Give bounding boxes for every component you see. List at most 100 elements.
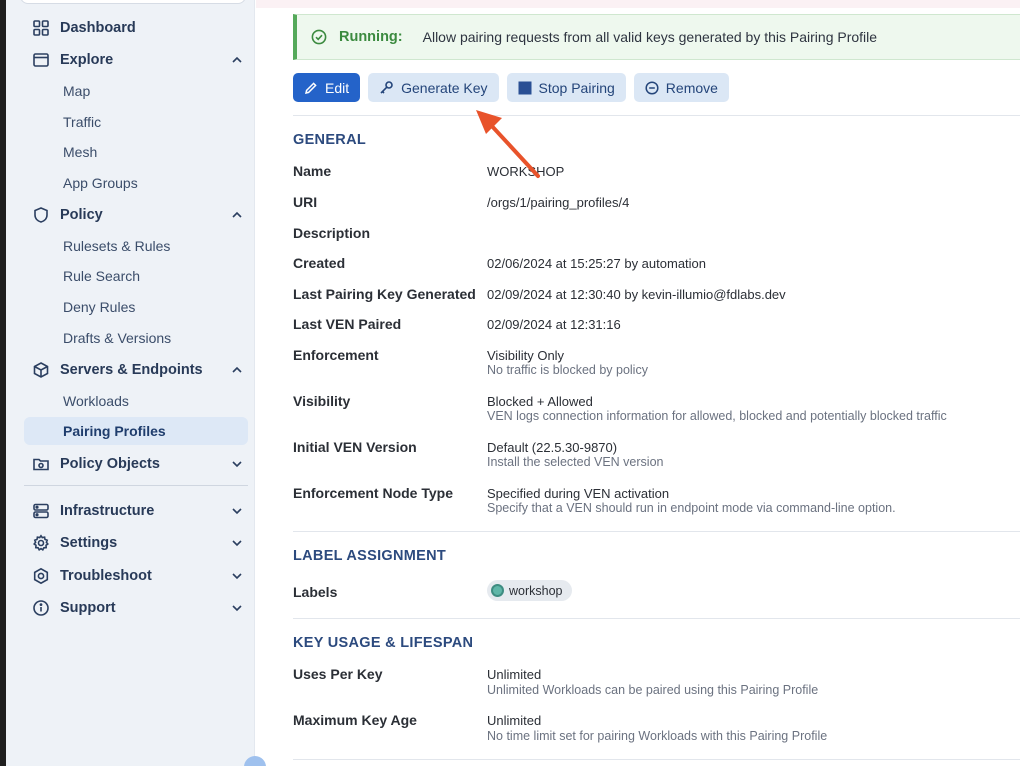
chevron-down-icon bbox=[232, 508, 242, 515]
sidebar-item-infrastructure[interactable]: Infrastructure bbox=[24, 497, 250, 525]
sidebar-label: Servers & Endpoints bbox=[60, 362, 203, 378]
sidebar: Dashboard Explore Map Traffic Mesh App G… bbox=[6, 0, 255, 766]
field-label: Description bbox=[293, 225, 371, 241]
field-value-last-key: 02/09/2024 at 12:30:40 by kevin-illumio@… bbox=[487, 287, 786, 302]
field-label: Last VEN Paired bbox=[293, 316, 402, 332]
chevron-up-icon bbox=[232, 211, 242, 218]
chevron-down-icon bbox=[232, 461, 242, 468]
sidebar-item-dashboard[interactable]: Dashboard bbox=[24, 14, 250, 42]
field-value-node-type: Specified during VEN activation bbox=[487, 486, 670, 501]
section-title-key-usage: KEY USAGE & LIFESPAN bbox=[293, 635, 474, 651]
label-type-icon bbox=[491, 584, 504, 597]
sidebar-item-settings[interactable]: Settings bbox=[24, 529, 250, 557]
section-title-label-assignment: LABEL ASSIGNMENT bbox=[293, 548, 447, 564]
field-label: Created bbox=[293, 255, 346, 271]
sidebar-label: App Groups bbox=[63, 175, 138, 191]
sidebar-label: Explore bbox=[60, 52, 114, 68]
field-description: Specify that a VEN should run in endpoin… bbox=[487, 501, 896, 515]
field-value-uses-per-key: Unlimited bbox=[487, 667, 542, 682]
top-strip bbox=[256, 0, 1020, 8]
field-label: Enforcement bbox=[293, 347, 379, 363]
field-label: Labels bbox=[293, 584, 338, 600]
field-label: URI bbox=[293, 194, 318, 210]
section-title-general: GENERAL bbox=[293, 132, 366, 148]
chevron-down-icon bbox=[232, 605, 242, 612]
sidebar-item-explore[interactable]: Explore bbox=[24, 46, 250, 74]
field-label: Name bbox=[293, 163, 332, 179]
sidebar-item-policy[interactable]: Policy bbox=[24, 201, 250, 229]
sidebar-label: Rulesets & Rules bbox=[63, 238, 171, 254]
server-icon bbox=[30, 500, 52, 522]
sidebar-item-pairing-profiles[interactable]: Pairing Profiles bbox=[24, 417, 248, 445]
sidebar-label: Deny Rules bbox=[63, 299, 136, 315]
edit-button[interactable]: Edit bbox=[293, 73, 361, 102]
sidebar-label: Settings bbox=[60, 535, 118, 551]
sidebar-divider bbox=[24, 485, 248, 486]
sidebar-item-policy-objects[interactable]: Policy Objects bbox=[24, 450, 250, 478]
sidebar-item-map[interactable]: Map bbox=[24, 77, 248, 105]
sidebar-item-workloads[interactable]: Workloads bbox=[24, 387, 248, 415]
chip-label: workshop bbox=[509, 583, 563, 598]
field-description: Install the selected VEN version bbox=[487, 455, 664, 469]
field-value-last-ven: 02/09/2024 at 12:31:16 bbox=[487, 317, 621, 332]
field-value-uri: /orgs/1/pairing_profiles/4 bbox=[487, 195, 630, 210]
field-description: VEN logs connection information for allo… bbox=[487, 409, 947, 423]
sidebar-label: Rule Search bbox=[63, 268, 141, 284]
sidebar-item-servers-endpoints[interactable]: Servers & Endpoints bbox=[24, 356, 250, 384]
sidebar-label: Map bbox=[63, 83, 91, 99]
sidebar-label: Troubleshoot bbox=[60, 568, 152, 584]
cube-icon bbox=[30, 359, 52, 381]
label-chip-workshop[interactable]: workshop bbox=[487, 580, 572, 601]
sidebar-item-rulesets[interactable]: Rulesets & Rules bbox=[24, 232, 248, 260]
generate-key-button[interactable]: Generate Key bbox=[368, 73, 499, 102]
chevron-up-icon bbox=[232, 366, 242, 373]
stop-pairing-button[interactable]: Stop Pairing bbox=[506, 73, 626, 102]
field-label: Maximum Key Age bbox=[293, 712, 417, 728]
field-description: No traffic is blocked by policy bbox=[487, 363, 648, 377]
sidebar-label: Traffic bbox=[63, 114, 102, 130]
sidebar-item-drafts[interactable]: Drafts & Versions bbox=[24, 324, 248, 352]
field-description: Unlimited Workloads can be paired using … bbox=[487, 683, 819, 697]
sidebar-item-app-groups[interactable]: App Groups bbox=[24, 169, 248, 197]
divider bbox=[293, 115, 1020, 116]
sidebar-item-mesh[interactable]: Mesh bbox=[24, 138, 248, 166]
shield-icon bbox=[30, 204, 52, 226]
sidebar-label: Infrastructure bbox=[60, 503, 155, 519]
divider bbox=[293, 759, 1020, 760]
chevron-up-icon bbox=[232, 56, 242, 63]
key-icon bbox=[380, 81, 393, 94]
field-value-enforcement: Visibility Only bbox=[487, 348, 565, 363]
status-label: Running: bbox=[339, 29, 403, 45]
sidebar-label: Drafts & Versions bbox=[63, 330, 172, 346]
sidebar-item-traffic[interactable]: Traffic bbox=[24, 108, 248, 136]
sidebar-label: Mesh bbox=[63, 144, 98, 160]
sidebar-label: Policy Objects bbox=[60, 456, 160, 472]
sidebar-label: Support bbox=[60, 600, 116, 616]
field-value-visibility: Blocked + Allowed bbox=[487, 394, 593, 409]
stop-icon bbox=[518, 81, 532, 94]
sidebar-search-field[interactable] bbox=[20, 0, 246, 4]
pencil-icon bbox=[304, 81, 317, 94]
sidebar-item-rule-search[interactable]: Rule Search bbox=[24, 262, 248, 290]
sidebar-label: Policy bbox=[60, 207, 103, 223]
sidebar-item-deny-rules[interactable]: Deny Rules bbox=[24, 293, 248, 321]
sidebar-item-support[interactable]: Support bbox=[24, 594, 250, 622]
chevron-down-icon bbox=[232, 573, 242, 580]
button-label: Edit bbox=[325, 79, 350, 96]
button-label: Stop Pairing bbox=[538, 79, 615, 96]
divider bbox=[293, 618, 1020, 619]
gear-icon bbox=[30, 532, 52, 554]
explore-icon bbox=[30, 49, 52, 71]
field-value-initial-ven: Default (22.5.30-9870) bbox=[487, 440, 618, 455]
field-description: No time limit set for pairing Workloads … bbox=[487, 729, 828, 743]
remove-button[interactable]: Remove bbox=[633, 73, 729, 102]
sidebar-item-troubleshoot[interactable]: Troubleshoot bbox=[24, 562, 250, 590]
field-label: Initial VEN Version bbox=[293, 439, 417, 455]
annotation-arrow-icon bbox=[476, 110, 540, 178]
divider bbox=[293, 531, 1020, 532]
field-value-created: 02/06/2024 at 15:25:27 by automation bbox=[487, 256, 707, 271]
button-label: Remove bbox=[665, 79, 718, 96]
field-label: Visibility bbox=[293, 393, 351, 409]
check-circle-icon bbox=[311, 29, 327, 45]
sidebar-label: Dashboard bbox=[60, 20, 136, 36]
